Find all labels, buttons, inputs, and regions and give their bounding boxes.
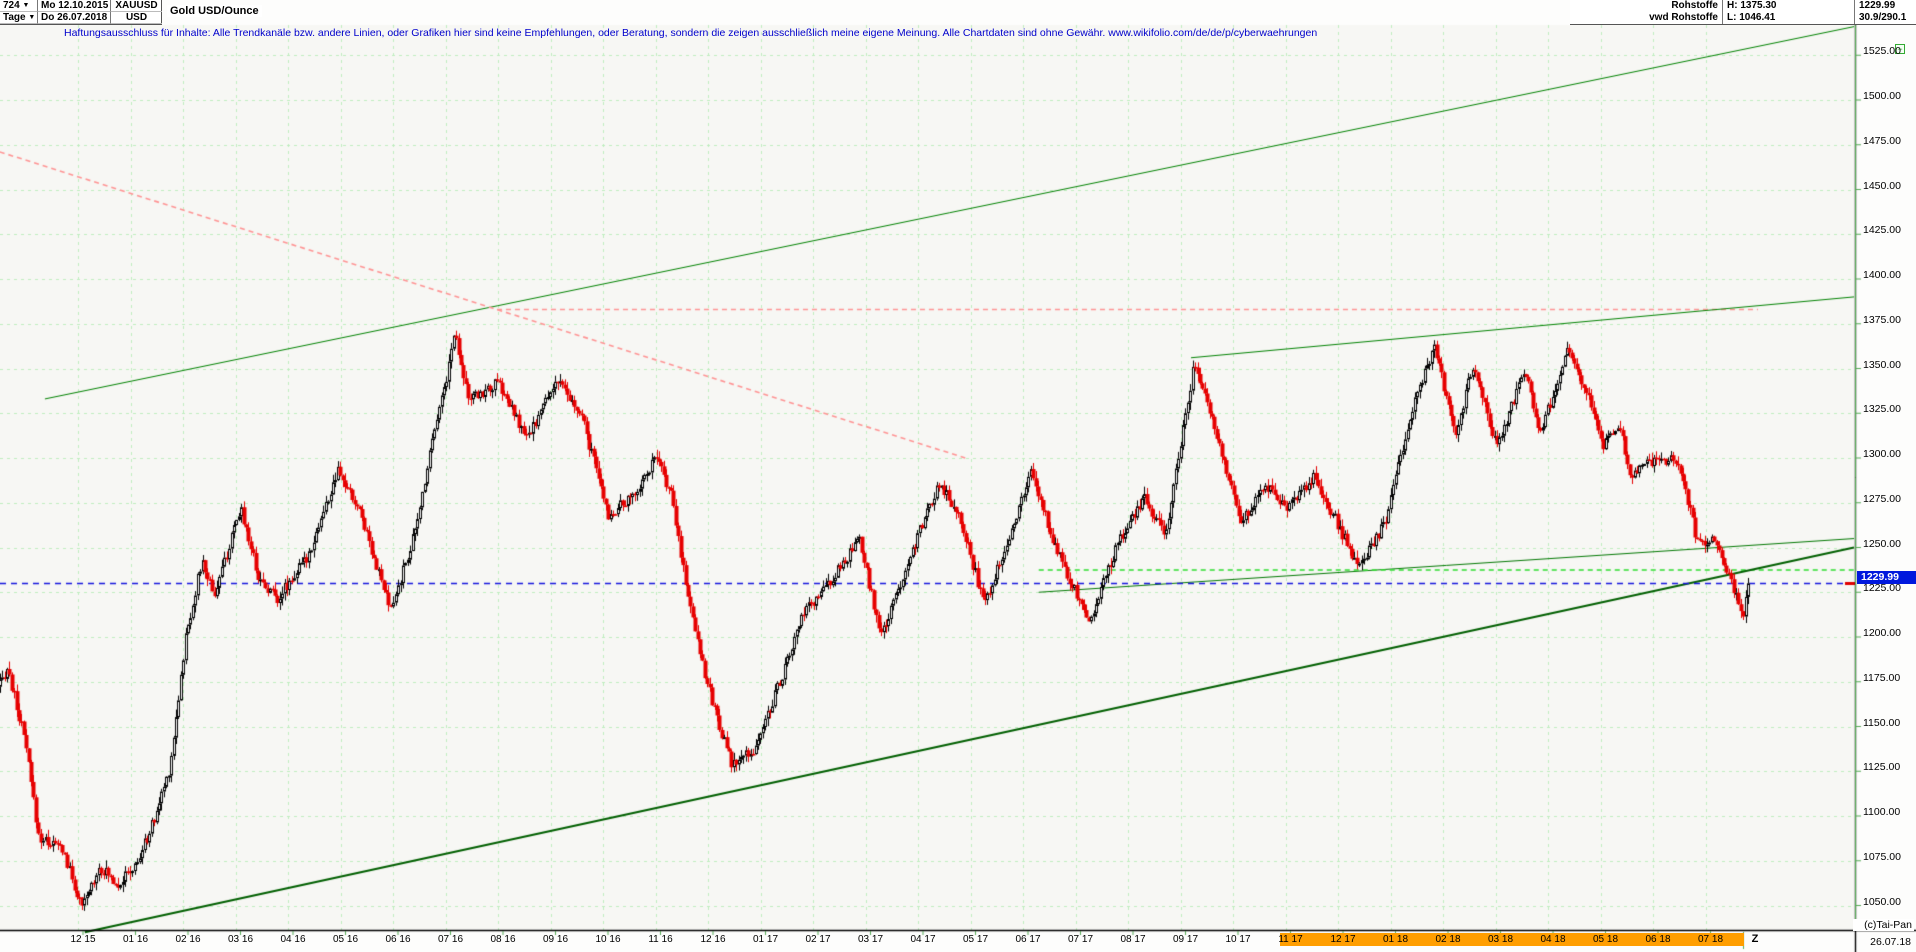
month-tick-label: 02 18	[1435, 934, 1461, 945]
month-tick-label: 07 18	[1697, 934, 1724, 945]
month-tick-label: 02 17	[805, 934, 831, 945]
month-tick-label: 09 16	[542, 934, 569, 945]
price-tick-label: 1450.00	[1863, 179, 1901, 192]
price-tick-label: 1275.00	[1863, 492, 1901, 505]
price-tick-label: 1425.00	[1863, 224, 1901, 237]
month-tick-label: 10 17	[1225, 934, 1251, 945]
quote-info-panel: Rohstoffe H: 1375.30 1229.99 vwd Rohstof…	[1570, 0, 1916, 25]
month-tick-label: 07 16	[437, 934, 464, 945]
price-tick-label: 1500.00	[1863, 90, 1901, 102]
period-low-label: L: 1046.41	[1722, 12, 1854, 24]
month-tick-label: 11 17	[1278, 934, 1303, 945]
instrument-name: Gold USD/Ounce	[167, 5, 262, 17]
month-tick-label: 12 17	[1330, 934, 1356, 945]
symbol-label: XAUUSD	[111, 0, 162, 12]
axis-end-date: 26.07.18	[1870, 936, 1911, 948]
timeframe-dropdown[interactable]: Tage ▼	[0, 12, 38, 24]
period-high-label: H: 1375.30	[1722, 0, 1854, 12]
month-tick-label: 01 17	[752, 934, 779, 945]
price-tick-label: 1350.00	[1863, 358, 1901, 371]
month-tick-label: 03 17	[857, 934, 884, 945]
price-tick-label: 1175.00	[1863, 671, 1901, 684]
disclaimer-text: Haftungsausschluss für Inhalte: Alle Tre…	[64, 27, 1318, 39]
currency-label: USD	[111, 12, 162, 24]
month-tick-label: 09 17	[1172, 934, 1199, 945]
month-tick-label: 08 17	[1120, 934, 1146, 945]
stat-value: 30.9/290.1	[1854, 12, 1916, 24]
month-tick-label: 02 16	[175, 934, 201, 945]
chevron-down-icon: ▼	[28, 14, 36, 21]
month-tick-label: 10 16	[595, 934, 621, 945]
price-tick-label: 1400.00	[1863, 269, 1901, 281]
category-label: Rohstoffe	[1671, 0, 1718, 11]
month-tick-label: 11 16	[648, 934, 673, 945]
price-chart-canvas[interactable]	[0, 0, 1916, 952]
last-price-value: 1229.99	[1854, 0, 1916, 12]
price-tick-label: 1075.00	[1863, 850, 1901, 863]
chevron-down-icon: ▼	[22, 2, 30, 9]
month-tick-label: 04 17	[910, 934, 936, 945]
month-tick-label: 05 17	[962, 934, 989, 945]
month-tick-label: 05 16	[332, 934, 359, 945]
price-tick-label: 1225.00	[1863, 582, 1901, 595]
month-tick-label: 06 16	[385, 934, 411, 945]
price-tick-label: 1050.00	[1863, 895, 1901, 908]
price-tick-label: 1150.00	[1863, 716, 1901, 729]
zoom-mode-button[interactable]: Z	[1747, 933, 1763, 945]
price-tick-label: 1325.00	[1863, 403, 1901, 416]
date-to-label: Do 26.07.2018	[38, 12, 111, 24]
month-tick-label: 06 18	[1645, 934, 1671, 945]
month-tick-label: 12 16	[700, 934, 726, 945]
periods-dropdown[interactable]: 724 ▼	[0, 0, 38, 12]
price-tick-label: 1100.00	[1863, 806, 1901, 818]
chart-settings-header: 724 ▼ Mo 12.10.2015 XAUUSD Tage ▼ Do 26.…	[0, 0, 162, 25]
month-tick-label: 05 18	[1592, 934, 1619, 945]
tai-pan-chart-window: { "header": { "periods_count": "724", "t…	[0, 0, 1916, 952]
month-tick-label: 04 18	[1540, 934, 1566, 945]
month-tick-label: 01 18	[1382, 934, 1409, 945]
price-tick-label: 1375.00	[1863, 313, 1901, 326]
price-tick-label: 1250.00	[1863, 537, 1901, 550]
month-tick-label: 07 17	[1067, 934, 1094, 945]
month-tick-label: 08 16	[490, 934, 516, 945]
date-from-label: Mo 12.10.2015	[38, 0, 111, 12]
price-tick-label: 1200.00	[1863, 627, 1901, 639]
price-tick-label: 1125.00	[1863, 761, 1901, 774]
price-tick-label: 1300.00	[1863, 448, 1901, 460]
copyright-label: (c)Tai-Pan	[1853, 919, 1914, 931]
month-tick-label: 03 16	[227, 934, 254, 945]
price-tick-label: 1475.00	[1863, 134, 1901, 147]
month-tick-label: 12 15	[70, 934, 96, 945]
month-tick-label: 01 16	[122, 934, 149, 945]
month-tick-label: 04 16	[280, 934, 306, 945]
month-tick-label: 06 17	[1015, 934, 1041, 945]
price-tick-label: 1525.00	[1863, 45, 1901, 58]
month-tick-label: 03 18	[1487, 934, 1514, 945]
provider-label: vwd Rohstoffe	[1649, 12, 1718, 23]
